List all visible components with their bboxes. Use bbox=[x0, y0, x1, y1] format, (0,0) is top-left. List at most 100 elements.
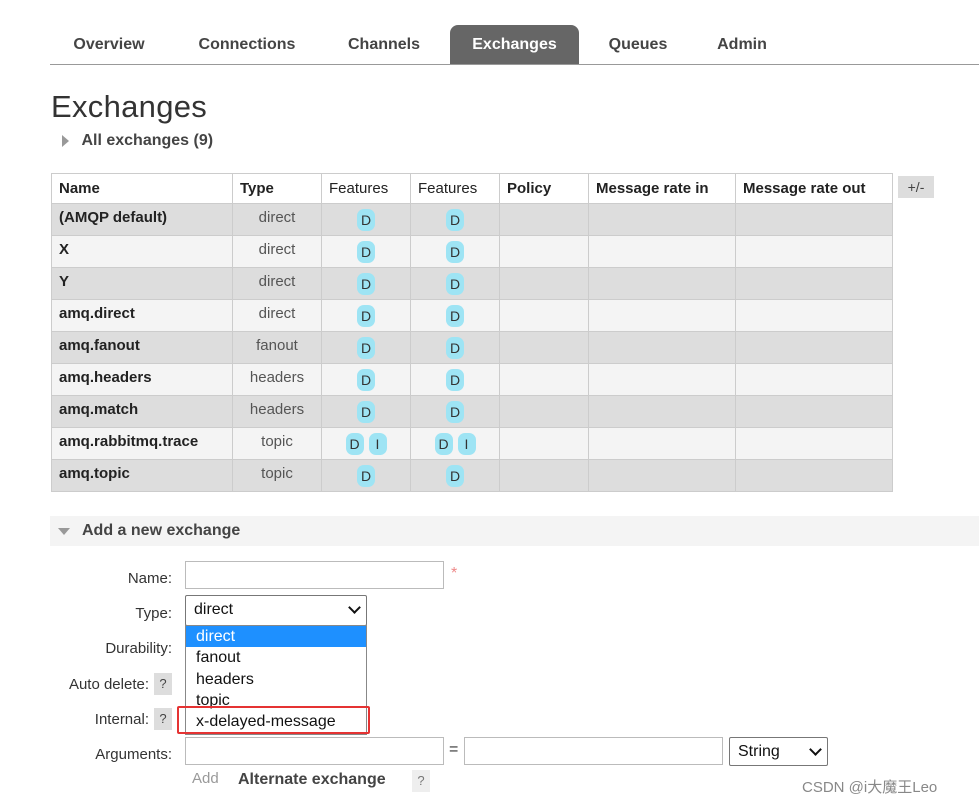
tab-admin[interactable]: Admin bbox=[698, 25, 786, 64]
col-header-type[interactable]: Type bbox=[232, 173, 322, 204]
message-rate-out-cell bbox=[735, 267, 893, 300]
durable-badge: D bbox=[446, 369, 464, 391]
features-cell: D bbox=[321, 203, 411, 236]
type-dropdown-list: direct fanout headers topic x-delayed-me… bbox=[185, 625, 367, 735]
auto-delete-label: Auto delete: bbox=[68, 676, 149, 693]
type-option-headers[interactable]: headers bbox=[186, 669, 366, 690]
policy-cell bbox=[499, 203, 589, 236]
features-cell: D bbox=[321, 331, 411, 364]
exchange-name-link[interactable]: amq.direct bbox=[51, 299, 233, 332]
table-row[interactable]: Ydirect D D bbox=[51, 267, 893, 300]
argument-type-select[interactable]: String bbox=[729, 737, 828, 766]
argument-value-input[interactable] bbox=[464, 737, 723, 765]
durable-badge: D bbox=[357, 209, 375, 231]
table-row[interactable]: amq.match headers D D bbox=[51, 395, 893, 428]
all-exchanges-toggle[interactable]: All exchanges (9) bbox=[62, 132, 213, 150]
column-toggle-button[interactable]: +/- bbox=[898, 176, 934, 198]
expand-triangle-icon bbox=[62, 134, 69, 147]
table-row[interactable]: amq.direct direct D D bbox=[51, 299, 893, 332]
features-cell: D bbox=[321, 459, 411, 492]
type-option-direct[interactable]: direct bbox=[186, 626, 366, 647]
features-cell: D bbox=[321, 235, 411, 268]
chevron-down-icon bbox=[348, 601, 361, 614]
exchange-type: headers bbox=[232, 395, 322, 428]
durable-badge: D bbox=[357, 337, 375, 359]
required-mark: * bbox=[451, 565, 458, 582]
table-row[interactable]: amq.rabbitmq.trace topic D I D I bbox=[51, 427, 893, 460]
table-row[interactable]: amq.headers headers D D bbox=[51, 363, 893, 396]
type-label: Type: bbox=[135, 605, 172, 622]
durable-badge: D bbox=[446, 337, 464, 359]
features-cell: DI bbox=[410, 427, 500, 460]
equals-sign: = bbox=[449, 741, 459, 758]
col-header-message-rate-out[interactable]: Message rate out bbox=[735, 173, 893, 204]
durable-badge: D bbox=[357, 241, 375, 263]
arguments-label: Arguments: bbox=[95, 746, 172, 763]
policy-cell bbox=[499, 235, 589, 268]
auto-delete-help-button[interactable]: ? bbox=[154, 673, 172, 695]
exchanges-table: Name Type Features Features Policy Messa… bbox=[51, 173, 893, 492]
durable-badge: D bbox=[446, 273, 464, 295]
table-row[interactable]: (AMQP default) direct D D bbox=[51, 203, 893, 236]
durable-badge: D bbox=[357, 465, 375, 487]
exchange-name-link[interactable]: (AMQP default) bbox=[51, 203, 233, 236]
features-cell: D bbox=[410, 267, 500, 300]
type-option-fanout[interactable]: fanout bbox=[186, 647, 366, 668]
message-rate-in-cell bbox=[588, 395, 736, 428]
argument-type-value: String bbox=[738, 743, 780, 760]
internal-help-button[interactable]: ? bbox=[154, 708, 172, 730]
add-exchange-title: Add a new exchange bbox=[82, 522, 241, 539]
internal-badge: I bbox=[368, 433, 387, 455]
exchange-type: topic bbox=[232, 427, 322, 460]
table-row[interactable]: amq.topic topic D D bbox=[51, 459, 893, 492]
add-exchange-header[interactable]: Add a new exchange bbox=[50, 516, 979, 546]
type-option-x-delayed-message[interactable]: x-delayed-message bbox=[186, 711, 366, 732]
type-select[interactable]: direct bbox=[185, 595, 367, 626]
exchange-type: headers bbox=[232, 363, 322, 396]
exchange-type: direct bbox=[232, 203, 322, 236]
col-header-name[interactable]: Name bbox=[51, 173, 233, 204]
tab-queues[interactable]: Queues bbox=[588, 25, 688, 64]
tab-connections[interactable]: Connections bbox=[174, 25, 320, 64]
all-exchanges-label: All exchanges (9) bbox=[81, 132, 214, 149]
features-cell: D bbox=[410, 203, 500, 236]
add-argument-link[interactable]: Add bbox=[192, 770, 219, 787]
table-header-row: Name Type Features Features Policy Messa… bbox=[51, 173, 893, 204]
exchange-name-link[interactable]: amq.fanout bbox=[51, 331, 233, 364]
table-row[interactable]: Xdirect D D bbox=[51, 235, 893, 268]
argument-key-input[interactable] bbox=[185, 737, 444, 765]
message-rate-out-cell bbox=[735, 331, 893, 364]
col-header-message-rate-in[interactable]: Message rate in bbox=[588, 173, 736, 204]
durable-badge: D bbox=[357, 305, 375, 327]
type-option-topic[interactable]: topic bbox=[186, 690, 366, 711]
alternate-exchange-help-button[interactable]: ? bbox=[412, 770, 430, 792]
features-cell: D bbox=[321, 395, 411, 428]
message-rate-in-cell bbox=[588, 267, 736, 300]
durable-badge: D bbox=[446, 241, 464, 263]
durable-badge: D bbox=[345, 433, 364, 455]
collapse-triangle-icon bbox=[58, 528, 70, 535]
page-title: Exchanges bbox=[51, 89, 208, 124]
tab-exchanges[interactable]: Exchanges bbox=[450, 25, 579, 64]
features-cell: D bbox=[321, 363, 411, 396]
tab-channels[interactable]: Channels bbox=[328, 25, 440, 64]
alternate-exchange-link[interactable]: Alternate exchange bbox=[238, 771, 386, 789]
features-cell: D bbox=[410, 331, 500, 364]
internal-label: Internal: bbox=[94, 711, 149, 728]
durable-badge: D bbox=[446, 209, 464, 231]
exchange-name-link[interactable]: amq.headers bbox=[51, 363, 233, 396]
exchange-name-link[interactable]: X bbox=[51, 235, 233, 268]
policy-cell bbox=[499, 299, 589, 332]
watermark: CSDN @i大魔王Leo bbox=[802, 779, 938, 796]
exchange-name-link[interactable]: Y bbox=[51, 267, 233, 300]
message-rate-out-cell bbox=[735, 395, 893, 428]
exchange-name-link[interactable]: amq.match bbox=[51, 395, 233, 428]
exchange-name-link[interactable]: amq.topic bbox=[51, 459, 233, 492]
exchange-type: direct bbox=[232, 235, 322, 268]
col-header-policy[interactable]: Policy bbox=[499, 173, 589, 204]
exchange-name-link[interactable]: amq.rabbitmq.trace bbox=[51, 427, 233, 460]
tab-overview[interactable]: Overview bbox=[50, 25, 168, 64]
chevron-down-icon bbox=[809, 743, 822, 756]
name-input[interactable] bbox=[185, 561, 444, 589]
table-row[interactable]: amq.fanout fanout D D bbox=[51, 331, 893, 364]
